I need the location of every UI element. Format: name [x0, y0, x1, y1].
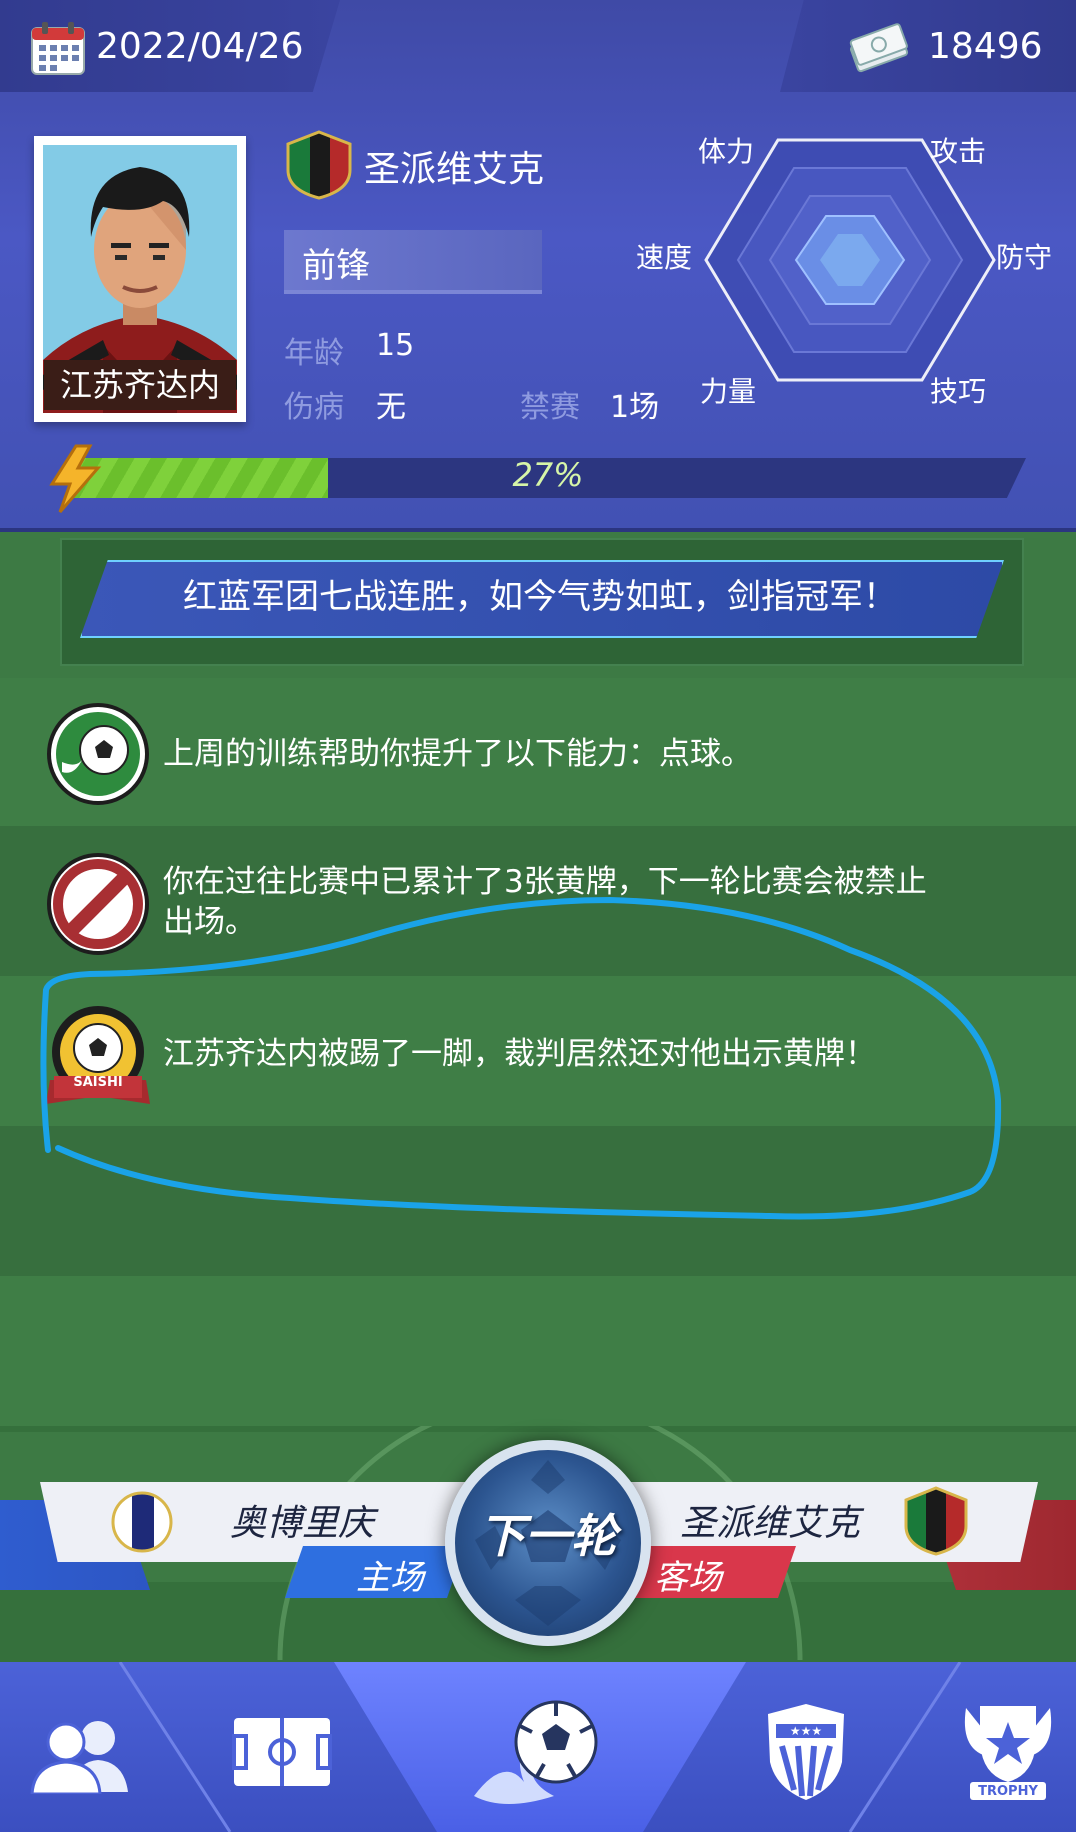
- player-name: 江苏齐达内: [44, 360, 236, 410]
- player-portrait[interactable]: 江苏齐达内: [34, 136, 246, 422]
- injury-label: 伤病: [284, 390, 344, 425]
- tactics-board-icon: [232, 1718, 332, 1786]
- radar-label-stamina: 体力: [698, 135, 755, 168]
- trophy-label: TROPHY: [978, 1784, 1038, 1799]
- radar-label-attack: 攻击: [930, 135, 987, 168]
- radar-label-defense: 防守: [996, 241, 1053, 274]
- away-team-name: 圣派维艾克: [680, 1503, 861, 1544]
- injury-value: 无: [376, 390, 406, 425]
- ban-value: 1场: [610, 390, 660, 425]
- next-round-label[interactable]: 下一轮: [445, 1500, 651, 1566]
- position-badge: 前锋: [284, 230, 542, 294]
- nav-item-club[interactable]: ★★★: [740, 1662, 870, 1832]
- current-date: 2022/04/26: [96, 26, 304, 67]
- age-label: 年龄: [284, 336, 344, 371]
- nav-item-match[interactable]: [440, 1662, 640, 1832]
- radar-label-skill: 技巧: [930, 375, 987, 408]
- users-icon: [30, 1721, 128, 1794]
- age-value: 15: [376, 328, 415, 363]
- money-icon: [849, 23, 909, 73]
- ban-label: 禁赛: [520, 390, 580, 425]
- nav-item-squad[interactable]: [0, 1662, 150, 1832]
- energy-progress-text: 27%: [512, 456, 584, 494]
- hand-drawn-annotation: [40, 896, 1002, 1220]
- empty-row: [0, 1276, 1076, 1426]
- nav-item-trophy[interactable]: TROPHY: [940, 1662, 1076, 1832]
- soccer-ball-icon: [474, 1700, 598, 1804]
- message-text: 上周的训练帮助你提升了以下能力：点球。: [163, 736, 752, 772]
- position-label: 前锋: [302, 246, 370, 286]
- home-team-name: 奥博里庆: [230, 1503, 375, 1544]
- lightning-icon: [49, 444, 102, 513]
- soccer-ball-green-icon: [47, 703, 149, 805]
- away-team-crest-icon: [904, 1486, 968, 1556]
- away-label: 客场: [654, 1558, 722, 1598]
- calendar-icon: [31, 22, 85, 75]
- team-name: 圣派维艾克: [364, 149, 545, 190]
- home-team-crest-icon: [111, 1491, 173, 1553]
- nav-item-formation[interactable]: [210, 1662, 360, 1832]
- radar-label-speed: 速度: [636, 241, 693, 274]
- svg-text:★★★: ★★★: [790, 1724, 822, 1738]
- radar-label-strength: 力量: [700, 375, 757, 408]
- home-label: 主场: [356, 1558, 424, 1598]
- team-crest-icon: [286, 130, 352, 200]
- headline-text: 红蓝军团七战连胜，如今气势如虹，剑指冠军！: [183, 577, 897, 617]
- club-shield-icon: ★★★: [768, 1704, 844, 1800]
- money-amount: 18496: [928, 26, 1043, 67]
